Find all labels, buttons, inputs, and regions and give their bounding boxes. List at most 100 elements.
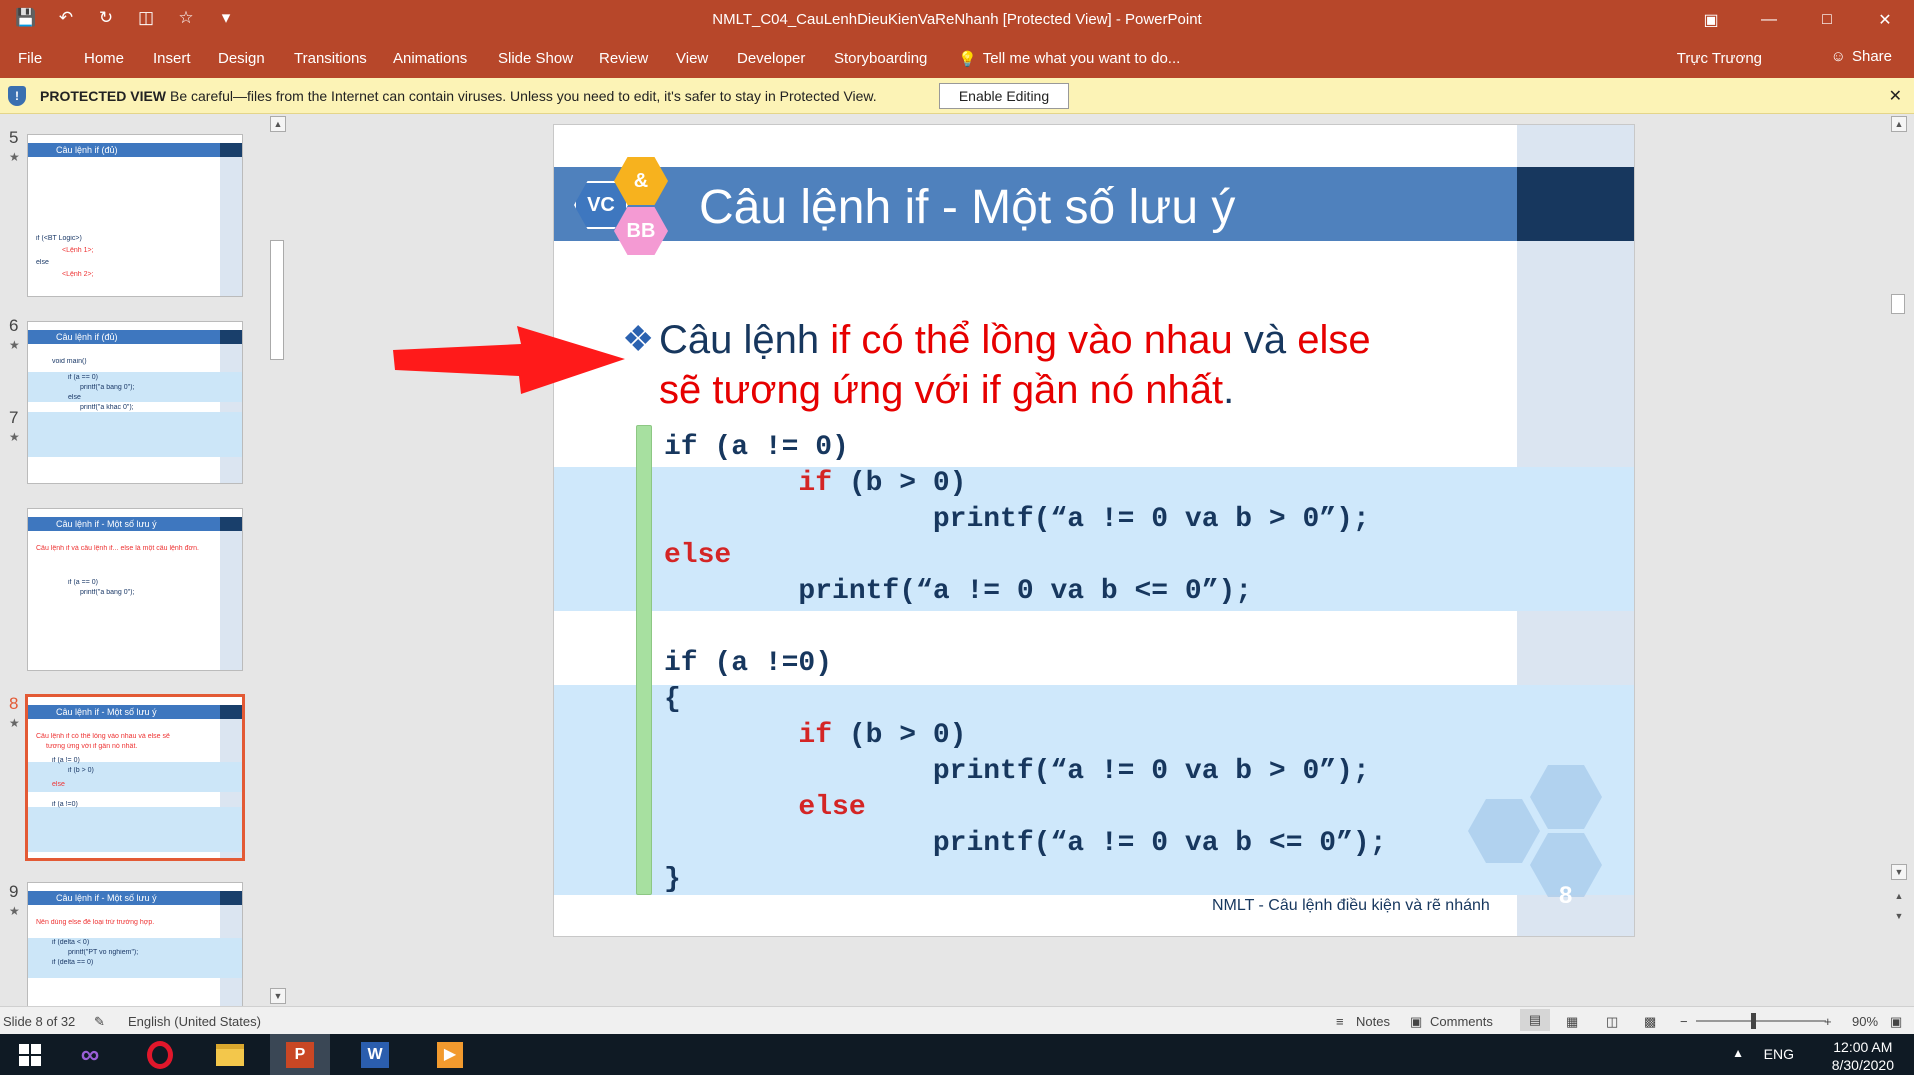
slide-thumbnail-5[interactable]: Câu lệnh if (đủ) if (<BT Logic>) <Lệnh 1… <box>27 134 243 297</box>
thumb-title: Câu lệnh if (đủ) <box>28 143 242 157</box>
share-button[interactable]: ☺ Share <box>1831 48 1892 65</box>
thumb-title: Câu lệnh if - Một số lưu ý <box>28 891 242 905</box>
code-line: printf(“a != 0 va b <= 0”); <box>664 828 1387 859</box>
next-slide-icon[interactable]: ▼ <box>1891 909 1907 925</box>
zoom-in-icon[interactable]: + <box>1824 1014 1832 1029</box>
thumb-number: 9 <box>9 882 19 901</box>
slideshow-view-icon[interactable]: ▩ <box>1644 1014 1656 1030</box>
restore-ribbon-icon[interactable]: ▣ <box>1682 0 1740 40</box>
lightbulb-icon: 💡 <box>958 51 977 68</box>
scroll-up-icon[interactable]: ▲ <box>1891 116 1907 132</box>
ribbon-tabs: File Home Insert Design Transitions Anim… <box>0 40 1914 78</box>
status-bar: Slide 8 of 32 ✎ English (United States) … <box>0 1006 1914 1034</box>
tab-slide-show[interactable]: Slide Show <box>498 47 573 70</box>
user-name[interactable]: Trực Trương <box>1677 50 1762 67</box>
code-line: printf(“a != 0 va b > 0”); <box>664 756 1370 787</box>
code-line: if (b > 0) <box>664 468 967 499</box>
spelling-icon[interactable]: ✎ <box>94 1014 105 1030</box>
code-line: { <box>664 684 681 715</box>
enable-editing-button[interactable]: Enable Editing <box>939 83 1069 109</box>
minimize-icon[interactable]: — <box>1740 0 1798 40</box>
zoom-level[interactable]: 90% <box>1852 1014 1878 1029</box>
thumb-title: Câu lệnh if - Một số lưu ý <box>28 705 242 719</box>
comments-button[interactable]: Comments <box>1430 1014 1493 1029</box>
slide-thumbnail-7[interactable]: Câu lệnh if - Một số lưu ý Câu lệnh if v… <box>27 508 243 671</box>
animation-star-icon: ★ <box>9 430 20 444</box>
tab-transitions[interactable]: Transitions <box>294 47 367 70</box>
slide-title: Câu lệnh if - Một số lưu ý <box>699 181 1236 234</box>
clock-date: 8/30/2020 <box>1831 1057 1894 1073</box>
tab-review[interactable]: Review <box>599 47 648 70</box>
normal-view-icon[interactable]: ▤ <box>1520 1009 1550 1031</box>
tab-file[interactable]: File <box>18 47 42 70</box>
media-player-icon[interactable]: ▶ <box>420 1034 480 1075</box>
code-bracket-bar <box>636 425 652 895</box>
thumb-number: 5 <box>9 128 19 147</box>
zoom-slider-thumb[interactable] <box>1751 1013 1756 1029</box>
code-line: printf(“a != 0 va b > 0”); <box>664 504 1370 535</box>
tab-home[interactable]: Home <box>84 47 124 70</box>
scroll-down-icon[interactable]: ▼ <box>270 988 286 1004</box>
thumb-title: Câu lệnh if - Một số lưu ý <box>28 517 242 531</box>
system-clock[interactable]: 12:00 AM 8/30/2020 <box>1832 1038 1894 1074</box>
input-language[interactable]: ENG <box>1764 1046 1794 1062</box>
animation-star-icon: ★ <box>9 716 20 730</box>
maximize-icon[interactable]: □ <box>1798 0 1856 40</box>
clock-time: 12:00 AM <box>1833 1039 1893 1055</box>
tab-view[interactable]: View <box>676 47 708 70</box>
protected-title: PROTECTED VIEW <box>40 88 167 104</box>
tab-storyboarding[interactable]: Storyboarding <box>834 47 927 70</box>
scrollbar-thumb[interactable] <box>1891 294 1905 314</box>
scroll-down-icon[interactable]: ▼ <box>1891 864 1907 880</box>
powerpoint-icon[interactable]: P <box>270 1034 330 1075</box>
tab-developer[interactable]: Developer <box>737 47 805 70</box>
thumb-number: 6 <box>9 316 19 335</box>
code-line: if (b > 0) <box>664 720 967 751</box>
tab-design[interactable]: Design <box>218 47 265 70</box>
zoom-out-icon[interactable]: − <box>1680 1014 1688 1029</box>
fit-slide-icon[interactable]: ▣ <box>1890 1014 1902 1030</box>
opera-icon[interactable] <box>130 1034 190 1075</box>
scrollbar-thumb[interactable] <box>270 240 284 360</box>
slide-canvas[interactable]: VC & BB Câu lệnh if - Một số lưu ý ❖ Câu… <box>553 124 1635 937</box>
slide-counter: Slide 8 of 32 <box>3 1014 76 1029</box>
language[interactable]: English (United States) <box>128 1014 261 1029</box>
title-bar: 💾 ↶ ↻ ◫ ☆ ▾ NMLT_C04_CauLenhDieuKienVaRe… <box>0 0 1914 40</box>
animation-star-icon: ★ <box>9 904 20 918</box>
tab-animations[interactable]: Animations <box>393 47 467 70</box>
notes-icon: ≡ <box>1336 1014 1344 1029</box>
thumbnail-scrollbar[interactable]: ▲ ▼ <box>268 114 288 1006</box>
shield-icon: ! <box>8 86 26 106</box>
taskbar: ∞ P W ▶ ▲ ENG 12:00 AM 8/30/2020 <box>0 1034 1914 1075</box>
slide-thumbnail-6[interactable]: Câu lệnh if (đủ) void main() if (a == 0)… <box>27 321 243 484</box>
notes-button[interactable]: Notes <box>1356 1014 1390 1029</box>
code-line: if (a !=0) <box>664 648 833 679</box>
file-explorer-icon[interactable] <box>200 1034 260 1075</box>
windows-start-icon[interactable] <box>0 1034 60 1075</box>
tell-me-box[interactable]: 💡 Tell me what you want to do... <box>958 50 1180 68</box>
previous-slide-icon[interactable]: ▲ <box>1891 889 1907 905</box>
share-label: Share <box>1851 48 1892 65</box>
thumb-number: 8 <box>9 694 19 713</box>
word-icon[interactable]: W <box>345 1034 405 1075</box>
code-line: printf(“a != 0 va b <= 0”); <box>664 576 1253 607</box>
window-title: NMLT_C04_CauLenhDieuKienVaReNhanh [Prote… <box>712 11 1202 28</box>
reading-view-icon[interactable]: ◫ <box>1606 1014 1618 1030</box>
animation-star-icon: ★ <box>9 150 20 164</box>
visual-studio-icon[interactable]: ∞ <box>60 1034 120 1075</box>
bullet-text: Câu lệnh if có thể lồng vào nhau và else… <box>659 318 1371 412</box>
scroll-up-icon[interactable]: ▲ <box>270 116 286 132</box>
code-line: else <box>664 540 732 571</box>
slide-sorter-icon[interactable]: ▦ <box>1566 1014 1578 1030</box>
code-line: if (a != 0) <box>664 432 849 463</box>
close-icon[interactable]: ✕ <box>1856 0 1914 40</box>
editor-scrollbar[interactable]: ▲ ▼ ▲ ▼ <box>1889 114 1909 1006</box>
tray-chevron-icon[interactable]: ▲ <box>1732 1046 1744 1060</box>
thumb-title: Câu lệnh if (đủ) <box>28 330 242 344</box>
tab-insert[interactable]: Insert <box>153 47 191 70</box>
comments-icon: ▣ <box>1410 1014 1423 1029</box>
code-line: } <box>664 864 681 895</box>
close-bar-icon[interactable]: ✕ <box>1889 86 1902 106</box>
slide-thumbnail-8[interactable]: Câu lệnh if - Một số lưu ý Câu lệnh if c… <box>25 694 245 861</box>
zoom-slider[interactable] <box>1696 1013 1826 1029</box>
